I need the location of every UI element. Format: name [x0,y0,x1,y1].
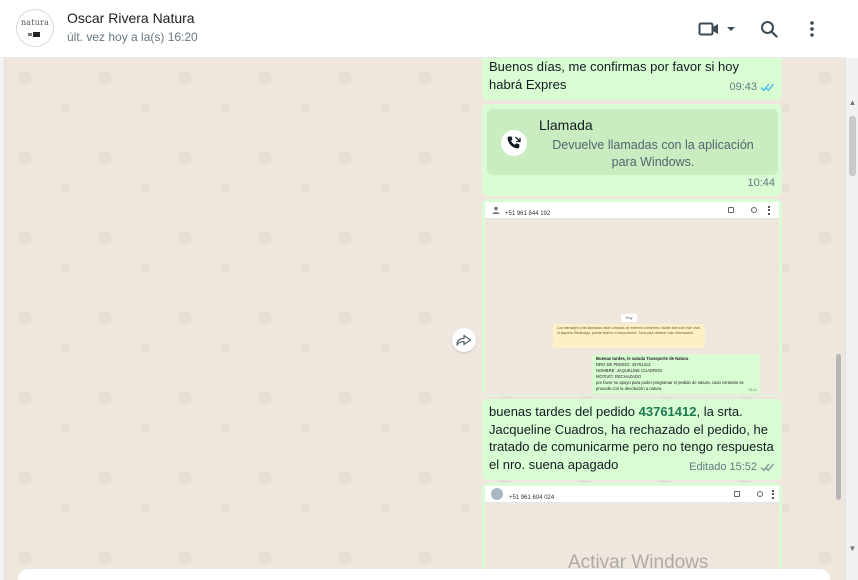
image-video-icon [734,491,740,497]
user-icon [492,206,500,214]
call-title: Llamada [539,117,593,133]
double-check-icon [760,83,775,92]
more-vertical-icon[interactable] [797,14,827,44]
missed-call-icon [501,130,527,156]
image-bubble-line: por favor su apoyo para poder programar … [596,380,744,391]
scroll-down-icon[interactable]: ▼ [847,544,858,556]
avatar[interactable]: natura [16,9,54,47]
message-meta: 09:43 [729,79,775,97]
call-message-bubble[interactable]: Llamada Devuelve llamadas con la aplicac… [482,104,782,196]
avatar-mark [33,32,40,37]
image-video-icon [728,207,734,213]
call-description: Devuelve llamadas con la aplicación para… [552,138,754,169]
chat-scroll-thumb[interactable] [836,354,841,500]
scroll-up-icon[interactable]: ▲ [847,98,858,110]
image-header-number: +51 961 604 024 [509,495,555,501]
image-more-icon [768,206,770,215]
chevron-down-icon[interactable] [716,14,746,44]
message-bubble[interactable]: buenas tardes del pedido 43761412, la sr… [482,399,782,480]
message-composer[interactable] [18,569,830,580]
image-more-icon [772,490,774,499]
forward-icon [456,334,472,346]
message-time: 09:43 [729,80,757,93]
contact-name[interactable]: Oscar Rivera Natura [67,10,195,26]
double-check-icon [760,463,775,472]
image-bubble-time: 15:11 [748,388,758,392]
avatar-brand-text: natura [20,18,50,27]
message-time: 10:44 [747,176,775,189]
search-icon[interactable] [754,14,784,44]
scrollbar-thumb[interactable] [849,116,856,176]
image-day-label: Hoy [621,314,637,322]
message-time: 15:52 [729,460,757,473]
image-encryption-notice: Los mensajes y las llamadas están cifrad… [553,324,705,348]
message-bubble[interactable]: Buenos días, me confirmas por favor si h… [482,58,782,100]
phone-link[interactable]: 43761412 [639,404,697,419]
image-avatar [491,488,503,500]
screenshot-image[interactable]: +51 961 844 192 Hoy Los mensajes y las l… [485,202,779,395]
image-header: +51 961 604 024 [485,486,779,503]
call-card[interactable]: Llamada Devuelve llamadas con la aplicac… [487,109,778,175]
image-message-bubble[interactable]: +51 961 844 192 Hoy Los mensajes y las l… [482,199,782,396]
message-meta: 10:44 [747,175,775,193]
image-header-number: +51 961 844 192 [505,211,551,217]
forward-button[interactable] [452,328,476,352]
chat-header: natura Oscar Rivera Natura últ. vez hoy … [0,0,845,58]
window-scrollbar[interactable]: ▲ ▼ [845,58,858,580]
last-seen: últ. vez hoy a la(s) 16:20 [67,30,198,44]
message-meta: Editado 15:52 [689,459,775,477]
avatar-mark [28,33,32,36]
image-search-icon [751,207,757,213]
message-text-part: buenas tardes del pedido [489,404,639,419]
image-header: +51 961 844 192 [485,202,779,219]
image-search-icon [757,491,763,497]
image-inner-bubble: Buenas tardes, le saluda Transporte de N… [592,354,760,394]
edited-label: Editado [689,460,727,473]
